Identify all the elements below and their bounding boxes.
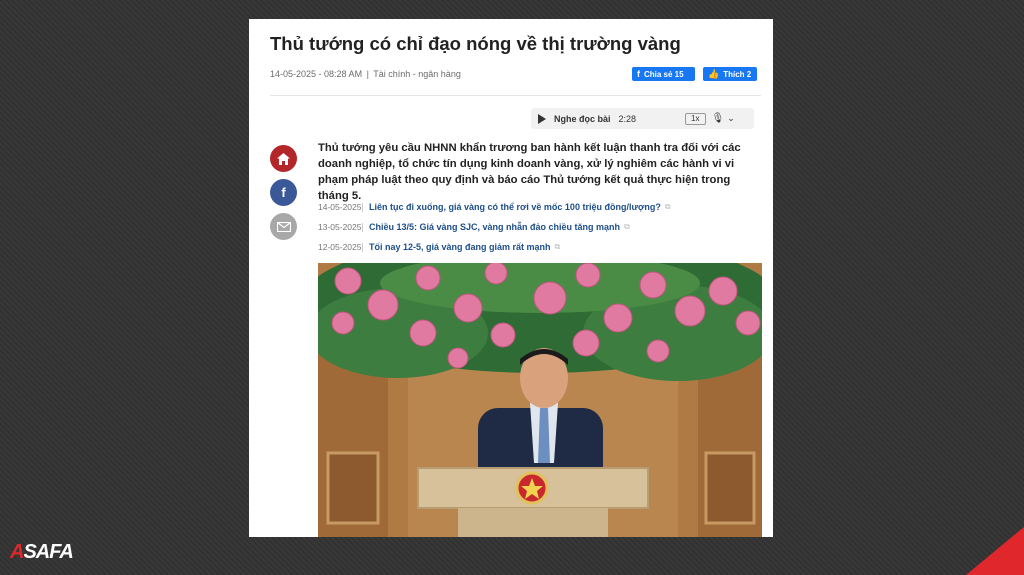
related-articles: 14-05-2025 Liên tục đi xuống, giá vàng c… (318, 197, 758, 257)
related-divider (362, 242, 363, 252)
article-photo (318, 263, 762, 537)
play-icon[interactable] (538, 113, 546, 124)
audio-label: Nghe đọc bài (554, 113, 611, 124)
related-link[interactable]: Chiều 13/5: Giá vàng SJC, vàng nhẫn đảo … (369, 222, 620, 232)
microphone-icon[interactable]: 🎙 (712, 113, 725, 124)
article-summary: Thủ tướng yêu cầu NHNN khẩn trương ban h… (318, 142, 741, 202)
related-item: 13-05-2025 Chiều 13/5: Giá vàng SJC, vàn… (318, 217, 758, 237)
article-card: Thủ tướng có chỉ đạo nóng về thị trường … (249, 19, 773, 537)
facebook-icon: f (637, 69, 640, 79)
related-date: 13-05-2025 (318, 222, 362, 232)
facebook-like-button[interactable]: 👍 Thích 2 (703, 67, 757, 81)
article-meta: 14-05-2025 - 08:28 AM | Tài chính - ngân… (270, 69, 461, 79)
article-title: Thủ tướng có chỉ đạo nóng về thị trường … (270, 33, 681, 54)
external-link-icon: ⧉ (624, 222, 630, 231)
facebook-share-button[interactable]: f Chia sẻ 15 (632, 67, 695, 81)
home-icon (277, 152, 290, 165)
related-item: 12-05-2025 Tối nay 12-5, giá vàng đang g… (318, 237, 758, 257)
share-label: Chia sẻ 15 (644, 69, 684, 79)
thumbs-up-icon: 👍 (708, 68, 720, 79)
facebook-icon: f (281, 185, 286, 200)
related-item: 14-05-2025 Liên tục đi xuống, giá vàng c… (318, 197, 758, 217)
playback-speed-button[interactable]: 1x (685, 112, 706, 125)
audio-player[interactable]: Nghe đọc bài 2:28 1x 🎙 ⌄ (531, 108, 754, 129)
article-category-link[interactable]: Tài chính - ngân hàng (373, 69, 461, 79)
external-link-icon: ⧉ (554, 242, 561, 251)
audio-duration: 2:28 (618, 113, 637, 124)
safa-logo: A SAFA (10, 538, 74, 566)
related-date: 12-05-2025 (318, 242, 362, 252)
meta-separator: | (366, 69, 369, 79)
chevron-down-icon[interactable]: ⌄ (727, 113, 735, 124)
logo-text: SAFA (23, 540, 73, 563)
related-divider (362, 202, 363, 212)
header-divider (270, 95, 761, 96)
related-link[interactable]: Tối nay 12-5, giá vàng đang giảm rất mạn… (369, 242, 551, 252)
photo-illustration (318, 263, 762, 537)
mail-icon (276, 221, 291, 232)
home-button[interactable] (270, 145, 297, 172)
corner-decoration (966, 527, 1024, 575)
article-datetime: 14-05-2025 - 08:28 AM (270, 69, 363, 79)
related-link[interactable]: Liên tục đi xuống, giá vàng có thể rơi v… (369, 202, 661, 212)
related-date: 14-05-2025 (318, 202, 362, 212)
email-share-button[interactable] (270, 213, 297, 240)
external-link-icon: ⧉ (664, 202, 671, 211)
like-label: Thích 2 (723, 69, 752, 79)
logo-mark: A (10, 540, 24, 563)
facebook-share-side-button[interactable]: f (270, 179, 297, 206)
related-divider (362, 222, 363, 232)
